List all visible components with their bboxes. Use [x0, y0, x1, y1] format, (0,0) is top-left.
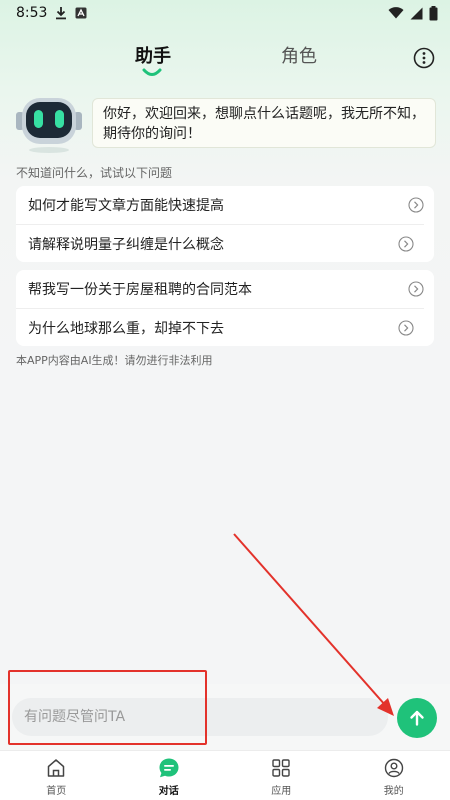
status-time: 8:53 [16, 5, 48, 21]
suggestion-item[interactable]: 帮我写一份关于房屋租聘的合同范本 [16, 270, 434, 308]
suggestion-item[interactable]: 请解释说明量子纠缠是什么概念 [16, 224, 424, 262]
avatar [14, 96, 84, 154]
profile-icon [383, 757, 405, 779]
arrow-up-icon [410, 710, 424, 726]
greeting-bubble: 你好，欢迎回来，想聊点什么话题呢，我无所不知，期待你的询问！ [92, 98, 436, 148]
suggestion-card: 帮我写一份关于房屋租聘的合同范本 为什么地球那么重，却掉不下去 [16, 270, 434, 346]
suggestion-item[interactable]: 为什么地球那么重，却掉不下去 [16, 308, 424, 346]
more-options-button[interactable] [412, 46, 436, 70]
app-screen: 8:53 助手 角色 你好，欢迎回来，想聊点什么话题呢，我无所不知，期待你的询问… [0, 0, 450, 800]
ai-disclaimer: 本APP内容由AI生成！请勿进行非法利用 [16, 354, 213, 367]
robot-avatar-icon [16, 98, 82, 153]
status-right [388, 5, 438, 21]
nav-item-apps[interactable]: 应用 [225, 751, 338, 800]
tab-role[interactable]: 角色 [276, 42, 322, 68]
apps-grid-icon [270, 757, 292, 779]
annotation-highlight-box [8, 670, 207, 745]
chat-icon [158, 757, 180, 779]
suggestion-text: 为什么地球那么重，却掉不下去 [28, 320, 224, 337]
wifi-icon [388, 7, 404, 19]
home-icon [45, 757, 67, 779]
send-button[interactable] [397, 698, 437, 738]
chevron-right-circle-icon [408, 197, 424, 213]
nav-label: 对话 [158, 786, 179, 797]
nav-label: 应用 [271, 786, 292, 797]
chevron-right-circle-icon [408, 281, 424, 297]
suggestion-hint: 不知道问什么，试试以下问题 [16, 166, 173, 180]
suggestion-item[interactable]: 如何才能写文章方面能快速提高 [16, 186, 434, 224]
nav-item-profile[interactable]: 我的 [338, 751, 450, 800]
nav-item-home[interactable]: 首页 [0, 751, 113, 800]
battery-icon [429, 5, 438, 21]
suggestion-text: 如何才能写文章方面能快速提高 [28, 198, 224, 214]
greeting-row: 你好，欢迎回来，想聊点什么话题呢，我无所不知，期待你的询问！ [14, 96, 436, 156]
download-icon [55, 6, 67, 20]
status-left: 8:53 [16, 5, 87, 21]
nav-item-chat[interactable]: 对话 [113, 751, 226, 800]
chevron-right-circle-icon [398, 320, 414, 336]
signal-icon [410, 7, 423, 20]
suggestion-text: 帮我写一份关于房屋租聘的合同范本 [28, 282, 252, 298]
nav-label: 我的 [383, 786, 404, 797]
notification-a-icon [75, 7, 87, 19]
bottom-nav: 首页 对话 应用 我的 [0, 750, 450, 800]
tab-assistant[interactable]: 助手 [130, 42, 176, 68]
chevron-right-circle-icon [398, 236, 414, 252]
suggestion-text: 请解释说明量子纠缠是什么概念 [28, 236, 224, 253]
status-bar: 8:53 [0, 0, 450, 26]
nav-label: 首页 [46, 786, 67, 797]
tab-active-indicator [142, 68, 162, 76]
top-tab-bar: 助手 角色 [0, 36, 450, 84]
suggestion-card: 如何才能写文章方面能快速提高 请解释说明量子纠缠是什么概念 [16, 186, 434, 262]
more-circle-icon [413, 47, 435, 69]
